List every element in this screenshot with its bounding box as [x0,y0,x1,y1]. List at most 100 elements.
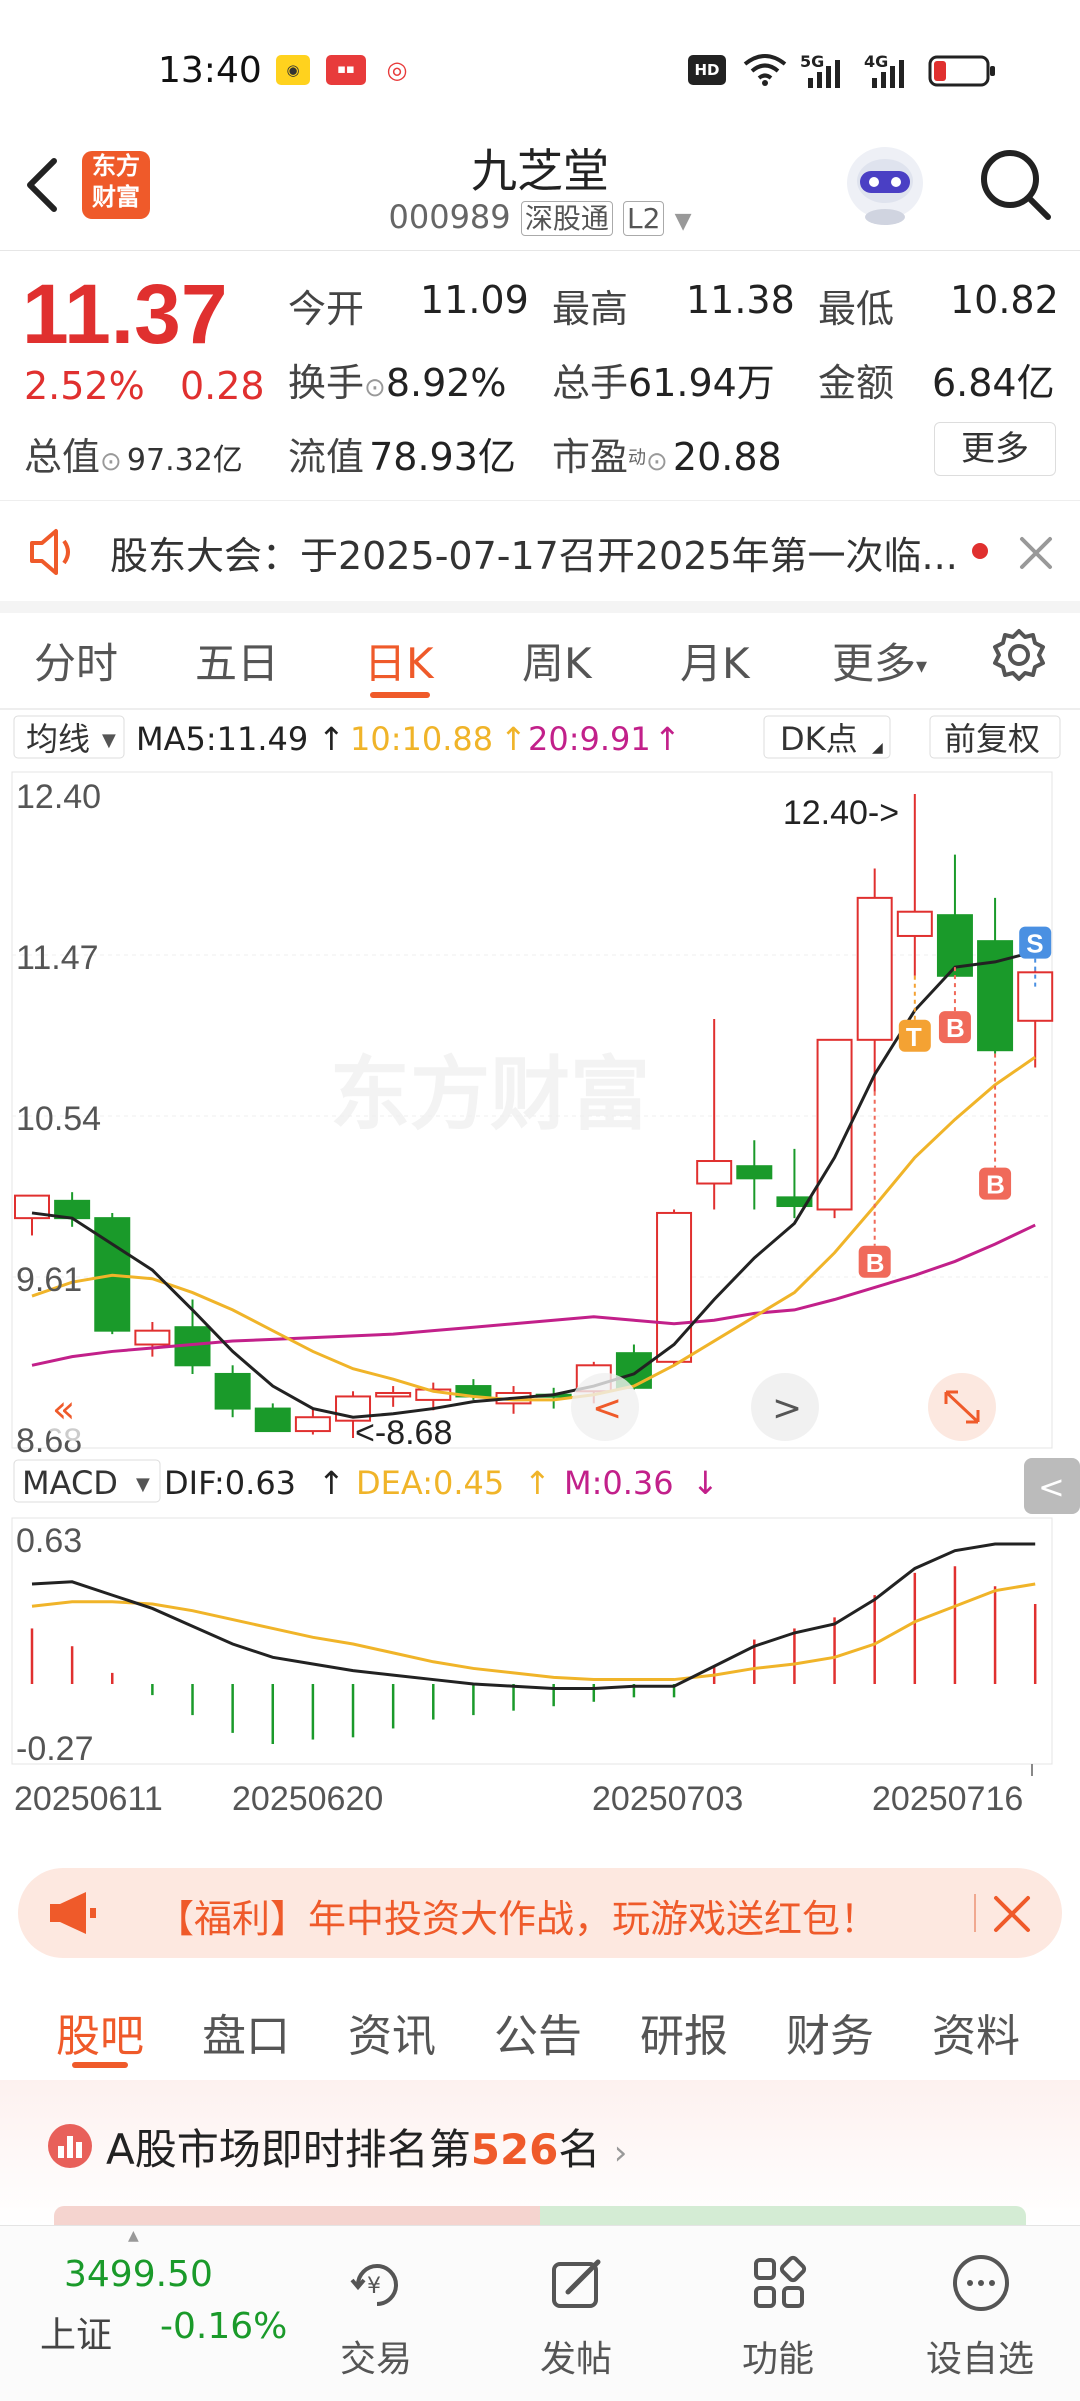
status-time: 13:40 [158,50,262,91]
market-tag: 深股通 [520,201,613,236]
tab-more[interactable]: 更多▾ [832,630,927,691]
toutiao-notification-icon: ▪▪ [326,55,366,85]
search-icon[interactable] [978,145,1054,225]
low-value: 10.82 [950,278,1059,322]
x-tick-label: 20250620 [232,1780,383,1818]
change-percent: 2.52% [24,364,145,408]
post-icon [552,2259,601,2308]
divider [0,708,1080,710]
k-line-chart[interactable]: 均线 ▼ MA5:11.49 ↑ 10:10.88 ↑ 20:9.91 ↑ DK… [0,712,1080,1842]
stock-header: 东方 财富 九芝堂 000989 深股通 L2 ▼ [0,125,1080,251]
float-cap-value: 78.93亿 [369,435,516,479]
float-cap-row: 流值 78.93亿 [288,435,516,479]
tab-finance[interactable]: 财务 [786,2000,874,2064]
index-value[interactable]: 3499.50 [64,2254,213,2295]
marker-label: B [866,1248,885,1278]
tab-orderbook[interactable]: 盘口 [202,2000,290,2064]
tab-profile[interactable]: 资料 [932,2000,1020,2064]
megaphone-icon [50,1892,96,1934]
tab-daily-k[interactable]: 日K [364,630,434,691]
corner-icon: ◢ [872,740,883,756]
pe-value: 20.88 [672,435,782,479]
map-notification-icon: ◎ [386,56,408,84]
adjust-label: 前复权 [944,720,1040,758]
ranking-icon [48,2124,92,2168]
tab-weekly-k[interactable]: 周K [522,630,592,691]
index-change[interactable]: -0.16% [160,2306,287,2347]
vote-bar [54,2206,1026,2226]
ranking-text: A股市场即时排名第526名 › [106,2125,628,2174]
speaker-icon [30,529,70,575]
info-icon[interactable]: ⊙ [646,447,668,477]
watermark: 东方财富 [330,1048,650,1141]
tab-intraday[interactable]: 分时 [34,630,118,691]
dea-up-arrow: ↑ [524,1464,551,1502]
m-down-arrow: ↓ [692,1464,719,1502]
low-annotation: <-8.68 [355,1414,452,1452]
dk-label: DK点 [780,720,858,758]
candle-body [214,1372,251,1410]
index-caret: ▲ [128,2228,139,2244]
marker-label: B [986,1170,1005,1200]
macd-dea-line [31,1582,1036,1682]
dropdown-icon: ▼ [674,209,692,234]
ranking-card[interactable]: A股市场即时排名第526名 › [0,2080,1080,2226]
info-icon[interactable]: ⊙ [364,373,386,403]
macd-dif-line [31,1542,1036,1690]
candle-body [816,1038,853,1211]
tab-announcements[interactable]: 公告 [494,2000,582,2064]
stock-code: 000989 [388,198,511,236]
ma20-up-arrow: ↑ [654,720,681,758]
tab-forum[interactable]: 股吧 [56,2000,144,2064]
trade-icon: ¥ [350,2264,398,2306]
info-icon[interactable]: ⊙ [100,447,122,477]
notice-bar[interactable]: 股东大会：于2025-07-17召开2025年第一次临... [0,500,1080,613]
banner-divider [974,1894,976,1932]
banner-text: 【福利】年中投资大作战，玩游戏送红包！ [156,1897,879,1941]
macd-frame [11,1517,1053,1765]
close-icon[interactable] [992,1894,1032,1934]
signal-4g-icon [872,60,904,88]
unread-dot [972,543,988,559]
more-button[interactable]: 更多 [934,422,1056,476]
apps-icon [754,2255,807,2308]
high-annotation: 12.40-> [783,794,899,832]
candle-body [254,1407,291,1433]
marker-label: S [1026,929,1043,959]
marker-label: T [906,1022,922,1052]
settings-icon[interactable] [990,626,1048,684]
level-tag: L2 [623,201,665,236]
candle-body [856,896,893,1041]
candle-body [294,1416,331,1433]
open-value: 11.09 [420,278,529,322]
tab-five-day[interactable]: 五日 [195,630,279,691]
index-name[interactable]: 上证 [40,2306,112,2358]
change-amount: 0.28 [180,364,265,408]
tab-research[interactable]: 研报 [640,2000,728,2064]
dea-value: DEA:0.45 [356,1464,504,1502]
battery-icon [928,55,995,87]
right-arrow-icon: > [772,1388,802,1429]
close-icon[interactable] [1016,533,1056,573]
dif-value: DIF:0.63 [164,1464,296,1502]
candle-body [656,1211,693,1363]
ma5-value: MA5:11.49 [136,720,308,758]
pe-row: 市盈动⊙ 20.88 [552,435,782,479]
high-value: 11.38 [686,278,795,322]
ma-label: 均线 [26,720,90,758]
caret-down-icon: ▼ [136,1474,150,1495]
caret-down-icon: ▼ [102,730,116,751]
m-value: M:0.36 [564,1464,674,1502]
amount-value: 6.84亿 [932,361,1055,405]
svg-text:¥: ¥ [367,2274,381,2299]
status-bar: 13:40 ◉ ▪▪ ◎ HD 5G 4G [0,0,1080,120]
macd-y-tick-label: -0.27 [16,1730,94,1768]
turnover-value: 8.92% [385,361,507,405]
tab-news[interactable]: 资讯 [348,2000,436,2064]
candle-body [696,1160,733,1185]
ma10-up-arrow: ↑ [500,720,527,758]
tab-monthly-k[interactable]: 月K [680,630,750,691]
macd-y-tick-label: 0.63 [16,1522,82,1560]
promo-banner[interactable]: 【福利】年中投资大作战，玩游戏送红包！ [18,1868,1062,1958]
robot-assistant-icon[interactable] [840,143,930,229]
